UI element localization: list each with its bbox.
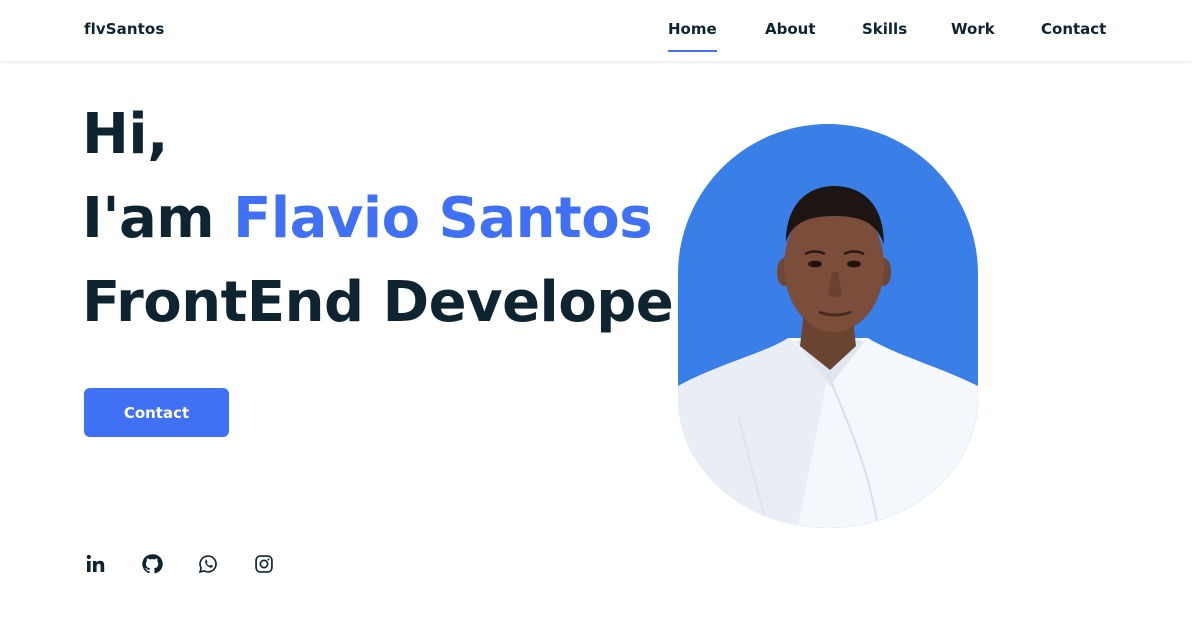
person-illustration [678,186,978,528]
hero-role: FrontEnd Developer [82,270,701,335]
whatsapp-icon[interactable] [196,552,220,576]
linkedin-icon[interactable] [84,552,108,576]
nav-about[interactable]: About [765,20,816,38]
nav-home[interactable]: Home [668,20,717,52]
nav-skills[interactable]: Skills [862,20,907,38]
nav-contact[interactable]: Contact [1041,20,1106,38]
site-header: flvSantos Home About Skills Work Contact [0,0,1192,62]
instagram-icon[interactable] [252,552,276,576]
main-nav: Home About Skills Work Contact [0,20,1192,60]
hero-intro: I'am Flavio Santos [82,186,653,251]
profile-photo [678,124,978,528]
contact-button[interactable]: Contact [84,388,229,437]
hero-name: Flavio Santos [233,186,653,251]
github-icon[interactable] [140,552,164,576]
nav-work[interactable]: Work [951,20,995,38]
hero-greeting: Hi, [82,102,168,167]
hero-intro-prefix: I'am [82,186,234,251]
